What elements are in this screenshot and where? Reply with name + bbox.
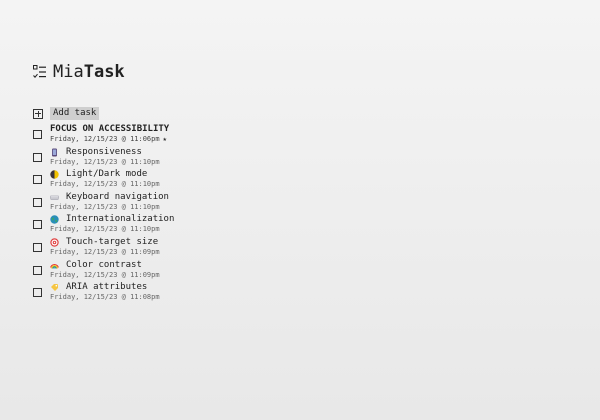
- task-title-row[interactable]: Touch-target size: [50, 237, 158, 248]
- task-title-row[interactable]: Light/Dark mode: [50, 169, 147, 180]
- task-title: ARIA attributes: [66, 282, 148, 293]
- task-checkbox[interactable]: [33, 288, 42, 298]
- task-date: Friday, 12/15/23 @ 11:10pm: [50, 202, 160, 211]
- task-title[interactable]: FOCUS ON ACCESSIBILITY: [50, 124, 169, 135]
- add-task-label: Add task: [50, 107, 100, 120]
- task-date-text: Friday, 12/15/23 @ 11:06pm: [50, 135, 160, 143]
- list-item: Light/Dark mode Friday, 12/15/23 @ 11:10…: [33, 169, 333, 192]
- task-date: Friday, 12/15/23 @ 11:10pm: [50, 225, 160, 234]
- checklist-logo-icon: [33, 65, 46, 79]
- rainbow-icon: [50, 263, 59, 269]
- list-item: Color contrast Friday, 12/15/23 @ 11:09p…: [33, 260, 333, 283]
- mobile-phone-icon: [52, 148, 57, 157]
- app-title-light: Mia: [53, 62, 84, 82]
- task-title-row[interactable]: Color contrast: [50, 260, 142, 271]
- list-item: FOCUS ON ACCESSIBILITY Friday, 12/15/23 …: [33, 124, 333, 147]
- task-date: Friday, 12/15/23 @ 11:08pm: [50, 293, 160, 302]
- task-title-row[interactable]: ARIA attributes: [50, 282, 147, 293]
- list-item: Responsiveness Friday, 12/15/23 @ 11:10p…: [33, 147, 333, 170]
- plus-square-icon: [33, 108, 43, 119]
- task-checkbox[interactable]: [33, 265, 42, 275]
- task-date: Friday, 12/15/23 @ 11:06pm ★: [50, 135, 167, 144]
- label-tag-icon: [51, 284, 58, 292]
- list-item: ARIA attributes Friday, 12/15/23 @ 11:08…: [33, 282, 333, 305]
- list-item: Keyboard navigation Friday, 12/15/23 @ 1…: [33, 192, 333, 215]
- add-task-button[interactable]: Add task: [33, 106, 333, 121]
- task-checkbox[interactable]: [33, 152, 42, 162]
- task-date: Friday, 12/15/23 @ 11:09pm: [50, 247, 160, 256]
- task-title-row[interactable]: Internationalization: [50, 214, 174, 225]
- task-title-row[interactable]: Responsiveness: [50, 147, 142, 158]
- star-icon[interactable]: ★: [163, 135, 167, 143]
- task-checkbox[interactable]: [33, 130, 42, 139]
- task-date: Friday, 12/15/23 @ 11:10pm: [50, 157, 160, 166]
- task-checkbox[interactable]: [33, 242, 42, 252]
- app-title-bold: Task: [83, 62, 125, 82]
- app-header: MiaTask: [33, 62, 125, 82]
- app-title: MiaTask: [53, 62, 125, 82]
- task-checkbox[interactable]: [33, 220, 42, 230]
- task-title: Keyboard navigation: [66, 191, 169, 202]
- task-title: Responsiveness: [66, 146, 142, 157]
- task-checkbox[interactable]: [33, 197, 42, 207]
- list-item: Internationalization Friday, 12/15/23 @ …: [33, 214, 333, 237]
- task-title: Touch-target size: [66, 236, 159, 247]
- keyboard-icon: [50, 195, 59, 200]
- half-moon-icon: [50, 170, 59, 179]
- task-list: Add task FOCUS ON ACCESSIBILITY Friday, …: [33, 106, 333, 305]
- task-date: Friday, 12/15/23 @ 11:10pm: [50, 180, 160, 189]
- task-title: Color contrast: [66, 259, 142, 270]
- task-title: Internationalization: [66, 214, 175, 225]
- task-title-row[interactable]: Keyboard navigation: [50, 192, 169, 203]
- list-item: Touch-target size Friday, 12/15/23 @ 11:…: [33, 237, 333, 260]
- task-checkbox[interactable]: [33, 175, 42, 185]
- task-title: Light/Dark mode: [66, 169, 148, 180]
- globe-icon: [50, 215, 59, 225]
- target-icon: [50, 238, 59, 247]
- task-date: Friday, 12/15/23 @ 11:09pm: [50, 270, 160, 279]
